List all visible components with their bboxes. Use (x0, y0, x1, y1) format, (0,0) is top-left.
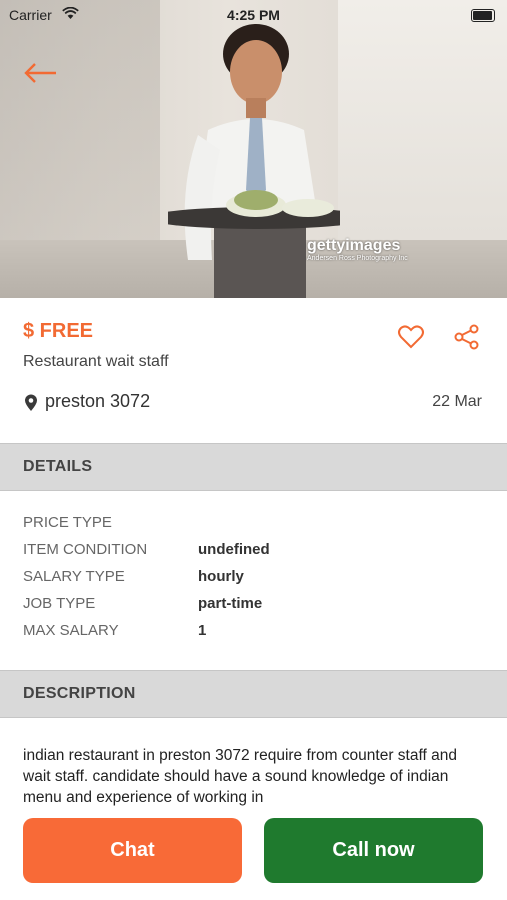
detail-row: MAX SALARY 1 (23, 622, 483, 644)
detail-value: part-time (198, 595, 263, 612)
clock: 4:25 PM (227, 7, 280, 23)
back-arrow-icon[interactable] (22, 58, 62, 88)
detail-row: SALARY TYPE hourly (23, 568, 483, 590)
call-now-button[interactable]: Call now (264, 818, 483, 883)
getty-watermark: gettyimages Andersen Ross Photography In… (307, 237, 408, 262)
listing-price: $ FREE (23, 320, 94, 342)
listing-date: 22 Mar (432, 393, 482, 410)
details-header: DETAILS (0, 443, 507, 491)
detail-value: hourly (198, 568, 244, 585)
detail-value: undefined (198, 541, 270, 558)
detail-value: 1 (198, 622, 207, 639)
listing-location: preston 3072 (45, 391, 151, 411)
battery-icon (471, 9, 495, 22)
description-text: indian restaurant in preston 3072 requir… (23, 747, 457, 806)
detail-row: PRICE TYPE (23, 514, 483, 536)
watermark-credit: Andersen Ross Photography Inc (307, 255, 408, 262)
detail-label: JOB TYPE (23, 595, 96, 612)
status-bar: Carrier 4:25 PM (0, 0, 507, 30)
heart-icon[interactable] (397, 324, 425, 350)
watermark-text: gettyimages (307, 237, 401, 254)
description-header: DESCRIPTION (0, 670, 507, 718)
detail-label: SALARY TYPE (23, 568, 125, 585)
listing-title: Restaurant wait staff (23, 353, 169, 370)
detail-label: ITEM CONDITION (23, 541, 148, 558)
detail-label: MAX SALARY (23, 622, 119, 639)
share-icon[interactable] (453, 324, 481, 350)
detail-label: PRICE TYPE (23, 514, 112, 531)
hero-image: gettyimages Andersen Ross Photography In… (0, 0, 507, 298)
chat-button[interactable]: Chat (23, 818, 242, 883)
detail-row: ITEM CONDITION undefined (23, 541, 483, 563)
detail-row: JOB TYPE part-time (23, 595, 483, 617)
description-heading: DESCRIPTION (23, 685, 136, 702)
details-heading: DETAILS (23, 458, 93, 475)
location-pin-icon (25, 394, 37, 411)
hero-window (338, 0, 507, 240)
